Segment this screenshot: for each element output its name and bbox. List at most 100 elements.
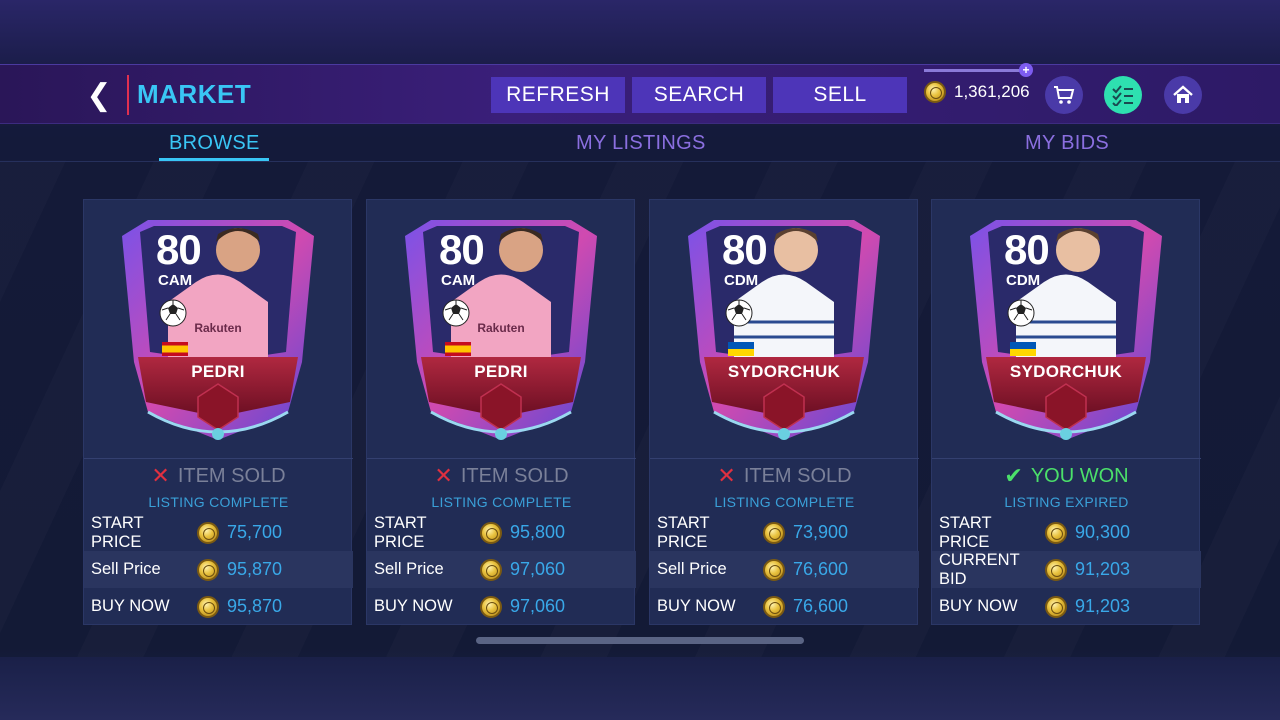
status-line: ✕ ITEM SOLD <box>84 463 353 489</box>
listing-status: ✔ YOU WON LISTING EXPIRED <box>932 458 1201 514</box>
price-row: START PRICE 73,900 <box>650 514 919 551</box>
svg-text:Rakuten: Rakuten <box>477 321 524 335</box>
price-row: START PRICE 90,300 <box>932 514 1201 551</box>
check-icon: ✔ <box>1004 463 1023 488</box>
player-card: 80 CDM SYDORCHUK <box>966 212 1166 446</box>
price-label: Sell Price <box>657 560 727 578</box>
player-rating: 80 <box>1004 226 1050 273</box>
market-listing-card[interactable]: Rakuten 80 CAM PEDRI ✕ ITEM SOLD LISTING… <box>366 199 636 625</box>
horizontal-scrollbar[interactable] <box>476 637 804 644</box>
home-icon <box>1173 85 1193 103</box>
coin-icon <box>197 558 219 581</box>
status-line: ✕ ITEM SOLD <box>367 463 636 489</box>
flag-spain-icon <box>445 342 471 356</box>
player-position: CDM <box>1006 272 1041 289</box>
player-card-art: Rakuten 80 CAM PEDRI <box>84 200 353 458</box>
listing-status: ✕ ITEM SOLD LISTING COMPLETE <box>650 458 919 514</box>
status-line: ✕ ITEM SOLD <box>650 463 919 489</box>
price-value: 97,060 <box>510 596 566 616</box>
flag-ukraine-icon <box>728 342 754 356</box>
player-card-art: Rakuten 80 CAM PEDRI <box>367 200 636 458</box>
price-value: 97,060 <box>510 559 566 579</box>
tab-my-listings[interactable]: MY LISTINGS <box>576 132 706 155</box>
market-listing-card[interactable]: 80 CDM SYDORCHUK ✔ YOU WON LISTING EXPIR… <box>931 199 1201 625</box>
price-row: BUY NOW 76,600 <box>650 588 919 625</box>
market-tabs: BROWSE MY LISTINGS MY BIDS <box>0 126 1280 162</box>
flag-spain-icon <box>162 342 188 356</box>
market-listing-card[interactable]: Rakuten 80 CAM PEDRI ✕ ITEM SOLD LISTING… <box>83 199 353 625</box>
status-text: ITEM SOLD <box>177 464 286 487</box>
coin-icon <box>763 521 785 544</box>
status-line: ✔ YOU WON <box>932 463 1201 489</box>
page-title: MARKET <box>137 79 252 109</box>
active-tab-indicator <box>159 158 269 161</box>
player-card: 80 CDM SYDORCHUK <box>684 212 884 446</box>
close-icon: ✕ <box>151 463 170 488</box>
listing-status: ✕ ITEM SOLD LISTING COMPLETE <box>84 458 353 514</box>
player-rating: 80 <box>439 226 485 273</box>
player-card-shield <box>970 220 1162 440</box>
player-card-shield: Rakuten <box>122 220 314 440</box>
price-label: START PRICE <box>91 513 144 551</box>
price-value: 90,300 <box>1075 522 1131 542</box>
price-label: START PRICE <box>657 513 710 551</box>
coin-balance: 1,361,206 <box>924 81 1030 103</box>
price-label: BUY NOW <box>91 597 170 615</box>
player-card: Rakuten 80 CAM PEDRI <box>118 212 318 446</box>
coin-icon <box>480 521 502 544</box>
title-divider <box>127 75 129 115</box>
header-bar: ❮ MARKET REFRESH SEARCH SELL + 1,361,206 <box>0 63 1280 124</box>
tab-browse[interactable]: BROWSE <box>169 132 260 155</box>
add-coins-button[interactable]: + <box>1019 63 1033 77</box>
price-label: BUY NOW <box>657 597 736 615</box>
price-row: CURRENT BID 91,203 <box>932 551 1201 588</box>
search-button[interactable]: SEARCH <box>632 77 766 113</box>
market-listing-card[interactable]: 80 CDM SYDORCHUK ✕ ITEM SOLD LISTING COM… <box>649 199 919 625</box>
player-name: SYDORCHUK <box>727 362 841 381</box>
listing-status: ✕ ITEM SOLD LISTING COMPLETE <box>367 458 636 514</box>
listing-sub-status: LISTING COMPLETE <box>714 494 855 510</box>
price-label: Sell Price <box>91 560 161 578</box>
coin-icon <box>480 595 502 618</box>
player-name: PEDRI <box>474 362 528 381</box>
tab-my-bids[interactable]: MY BIDS <box>1025 132 1109 155</box>
sell-button[interactable]: SELL <box>773 77 907 113</box>
price-row: Sell Price 95,870 <box>84 551 353 588</box>
coin-icon <box>197 595 219 618</box>
price-label: Sell Price <box>374 560 444 578</box>
flag-ukraine-icon <box>1010 342 1036 356</box>
price-row: Sell Price 97,060 <box>367 551 636 588</box>
price-row: START PRICE 75,700 <box>84 514 353 551</box>
price-value: 73,900 <box>793 522 849 542</box>
price-value: 91,203 <box>1075 596 1131 616</box>
price-row: Sell Price 76,600 <box>650 551 919 588</box>
close-icon: ✕ <box>717 463 736 488</box>
price-value: 95,870 <box>227 559 283 579</box>
price-row: BUY NOW 97,060 <box>367 588 636 625</box>
objectives-button[interactable] <box>1104 76 1142 114</box>
home-button[interactable] <box>1164 76 1202 114</box>
price-value: 76,600 <box>793 596 849 616</box>
price-row: BUY NOW 95,870 <box>84 588 353 625</box>
price-row: BUY NOW 91,203 <box>932 588 1201 625</box>
player-card-shield: Rakuten <box>405 220 597 440</box>
price-value: 95,800 <box>510 522 566 542</box>
price-label: START PRICE <box>939 513 992 551</box>
champions-league-ball-icon <box>159 299 187 327</box>
coin-icon <box>1045 558 1067 581</box>
champions-league-ball-icon <box>442 299 470 327</box>
price-value: 75,700 <box>227 522 283 542</box>
champions-league-ball-icon <box>725 299 753 327</box>
status-text: YOU WON <box>1030 464 1129 487</box>
coin-icon <box>197 521 219 544</box>
champions-league-ball-icon <box>1007 299 1035 327</box>
player-name: SYDORCHUK <box>1009 362 1123 381</box>
listing-sub-status: LISTING COMPLETE <box>431 494 572 510</box>
cart-button[interactable] <box>1045 76 1083 114</box>
bottom-strip <box>0 657 1280 720</box>
coin-icon <box>763 595 785 618</box>
price-label: CURRENT BID <box>939 550 1020 588</box>
back-icon[interactable]: ❮ <box>84 79 114 112</box>
cart-icon <box>1054 86 1075 104</box>
refresh-button[interactable]: REFRESH <box>491 77 625 113</box>
